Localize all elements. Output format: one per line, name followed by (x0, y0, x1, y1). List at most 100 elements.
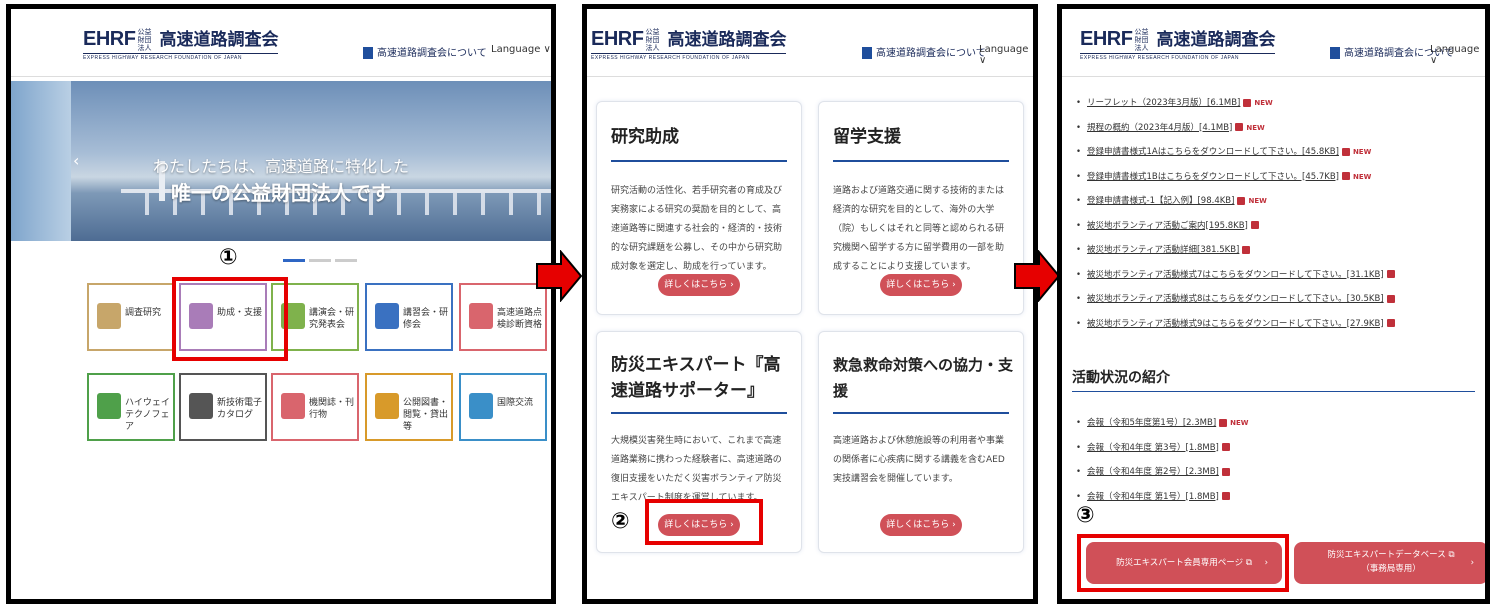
pdf-icon (1221, 467, 1230, 476)
document-link[interactable]: リーフレット（2023年3月版）[6.1MB] (1087, 98, 1240, 108)
list-item[interactable]: 被災地ボランティア活動詳細[381.5KB] (1076, 238, 1398, 263)
about-link[interactable]: 高速道路調査会について (862, 44, 986, 59)
tile-label: 調査研究 (125, 308, 162, 318)
document-link[interactable]: 会報（令和4年度 第1号）[1.8MB] (1087, 492, 1219, 502)
menu-tile[interactable]: 講習会・研修会 (365, 283, 453, 351)
menu-tile[interactable]: 新技術電子カタログ (179, 373, 267, 441)
language-menu[interactable]: Language ∨ (979, 44, 1033, 66)
logo-en: EXPRESS HIGHWAY RESEARCH FOUNDATION OF J… (83, 52, 279, 61)
about-link[interactable]: 高速道路調査会について (363, 44, 487, 59)
database-button[interactable]: 防災エキスパートデータベース ⧉ （事務局専用） › (1294, 542, 1485, 584)
list-item[interactable]: 被災地ボランティア活動ご案内[195.8KB] (1076, 214, 1398, 239)
hero-line1: わたしたちは、高速道路に特化した (152, 157, 409, 176)
document-link[interactable]: 被災地ボランティア活動様式8はこちらをダウンロードして下さい。[30.5KB] (1087, 294, 1384, 304)
language-menu[interactable]: Language ∨ (491, 44, 551, 55)
pdf-icon (1235, 123, 1244, 131)
list-item[interactable]: 登録申請書様式-1【記入例】[98.4KB] NEW (1076, 189, 1398, 214)
menu-tile[interactable]: 公開図書・閲覧・貸出等 (365, 373, 453, 441)
hero-banner: ‹ わたしたちは、高速道路に特化した 唯一の公益財団法人です (11, 81, 551, 241)
logo-text: EHRF (83, 28, 136, 50)
document-link[interactable]: 被災地ボランティア活動詳細[381.5KB] (1087, 245, 1239, 255)
panel-support: EHRF 公益 財団法人 高速道路調査会 EXPRESS HIGHWAY RESEA… (582, 4, 1038, 604)
menu-tile[interactable]: 国際交流 (459, 373, 547, 441)
list-item[interactable]: 会報（令和4年度 第1号）[1.8MB] (1076, 485, 1249, 510)
list-item[interactable]: 被災地ボランティア活動様式9はこちらをダウンロードして下さい。[27.9KB] (1076, 312, 1398, 337)
document-link[interactable]: 被災地ボランティア活動ご案内[195.8KB] (1087, 221, 1248, 231)
site-logo[interactable]: EHRF 公益 財団法人 高速道路調査会 EXPRESS HIGHWAY RESEA… (1080, 25, 1276, 61)
document-link[interactable]: 被災地ボランティア活動様式7はこちらをダウンロードして下さい。[31.1KB] (1087, 270, 1384, 280)
menu-tile[interactable]: ハイウェイテクノフェア (87, 373, 175, 441)
card-text: 道路および道路交通に関する技術的または経済的な研究を目的として、海外の大学（院）… (833, 186, 1005, 272)
card-title: 研究助成 (611, 127, 679, 147)
new-badge: NEW (1248, 197, 1267, 205)
document-link[interactable]: 登録申請書様式1Aはこちらをダウンロードして下さい。[45.8KB] (1087, 147, 1339, 157)
new-badge: NEW (1352, 148, 1372, 156)
menu-tile[interactable]: 機関誌・刊行物 (271, 373, 359, 441)
highlight-box-1 (172, 277, 288, 361)
pdf-icon (1386, 270, 1395, 278)
list-item[interactable]: 被災地ボランティア活動様式8はこちらをダウンロードして下さい。[30.5KB] (1076, 287, 1398, 312)
tile-label: ハイウェイテクノフェア (125, 398, 170, 432)
tile-icon (469, 393, 493, 419)
document-link[interactable]: 会報（令和4年度 第2号）[2.3MB] (1087, 467, 1219, 477)
list-item[interactable]: 登録申請書様式1Bはこちらをダウンロードして下さい。[45.7KB] NEW (1076, 165, 1398, 190)
details-button[interactable]: 詳しくはこちら › (880, 514, 962, 536)
next-arrow-icon (536, 250, 583, 302)
document-link[interactable]: 会報（令和4年度 第3号）[1.8MB] (1087, 443, 1219, 453)
pdf-icon (1341, 147, 1350, 156)
menu-tile[interactable]: 高速道路点検診断資格 (459, 283, 547, 351)
tile-icon (375, 303, 399, 329)
document-link[interactable]: 会報（令和5年度第1号）[2.3MB] (1087, 418, 1216, 428)
carousel-dots[interactable] (283, 247, 361, 266)
tile-label: 国際交流 (497, 398, 534, 408)
pdf-icon (1221, 443, 1230, 451)
next-arrow-icon (1014, 250, 1061, 302)
document-link[interactable]: 登録申請書様式1Bはこちらをダウンロードして下さい。[45.7KB] (1087, 172, 1339, 182)
panel-homepage: EHRF 公益 財団法人 高速道路調査会 EXPRESS HIGHWAY RESEA… (6, 4, 556, 604)
document-link[interactable]: 被災地ボランティア活動様式9はこちらをダウンロードして下さい。[27.9KB] (1087, 319, 1384, 329)
tile-icon (375, 393, 399, 419)
tile-label: 講演会・研究発表会 (309, 308, 355, 330)
tile-label: 新技術電子カタログ (217, 398, 263, 420)
list-item[interactable]: 会報（令和4年度 第3号）[1.8MB] (1076, 436, 1249, 461)
hero-line2: 唯一の公益財団法人です (171, 181, 391, 205)
list-item[interactable]: リーフレット（2023年3月版）[6.1MB] NEW (1076, 91, 1398, 116)
card-text: 大規模災害発生時において、これまで高速道路業務に携わった経験者に、高速道路の復旧… (611, 436, 782, 503)
step-2-marker: ② (611, 509, 630, 534)
tile-label: 公開図書・閲覧・貸出等 (403, 398, 449, 432)
step-3-marker: ③ (1076, 503, 1095, 528)
list-item[interactable]: 被災地ボランティア活動様式7はこちらをダウンロードして下さい。[31.1KB] (1076, 263, 1398, 288)
pdf-icon (1243, 98, 1252, 107)
highlight-box-3 (1077, 534, 1289, 592)
tile-icon (281, 393, 305, 419)
site-logo[interactable]: EHRF 公益 財団法人 高速道路調査会 EXPRESS HIGHWAY RESEA… (83, 25, 279, 61)
list-item[interactable]: 登録申請書様式1Aはこちらをダウンロードして下さい。[45.8KB] NEW (1076, 140, 1398, 165)
tile-icon (97, 393, 121, 419)
pdf-icon (1386, 294, 1395, 303)
chevron-right-icon: › (1470, 558, 1474, 568)
document-link[interactable]: 登録申請書様式-1【記入例】[98.4KB] (1087, 196, 1234, 206)
list-item[interactable]: 会報（令和4年度 第2号）[2.3MB] (1076, 460, 1249, 485)
site-header: EHRF 公益 財団法人 高速道路調査会 EXPRESS HIGHWAY RESEA… (1062, 9, 1485, 77)
pdf-icon (1242, 245, 1251, 254)
menu-tile[interactable]: 調査研究 (87, 283, 175, 351)
list-item[interactable]: 会報（令和5年度第1号）[2.3MB] NEW (1076, 411, 1249, 436)
card-title: 留学支援 (833, 127, 901, 147)
site-logo[interactable]: EHRF 公益 財団法人 高速道路調査会 EXPRESS HIGHWAY RESEA… (591, 25, 787, 61)
activity-title: 活動状況の紹介 (1072, 370, 1170, 386)
card-text: 高速道路および休憩施設等の利用者や事業の関係者に心疾病に関する講義を含むAED実… (833, 436, 1005, 484)
step-1-marker: ① (219, 245, 238, 270)
tile-icon (97, 303, 121, 329)
details-button[interactable]: 詳しくはこちら › (658, 274, 740, 296)
panel-expert-page: EHRF 公益 財団法人 高速道路調査会 EXPRESS HIGHWAY RESEA… (1057, 4, 1490, 604)
pdf-icon (1386, 319, 1395, 327)
activity-list: 会報（令和5年度第1号）[2.3MB] NEW 会報（令和4年度 第3号）[1.8M… (1076, 411, 1249, 509)
building-icon (862, 47, 872, 59)
new-badge: NEW (1254, 99, 1273, 107)
pdf-icon (1219, 418, 1228, 427)
list-item[interactable]: 規程の概約（2023年4月版）[4.1MB] NEW (1076, 116, 1398, 141)
language-menu[interactable]: Language ∨ (1430, 44, 1485, 66)
details-button[interactable]: 詳しくはこちら › (880, 274, 962, 296)
tile-label: 機関誌・刊行物 (309, 398, 355, 420)
document-link[interactable]: 規程の概約（2023年4月版）[4.1MB] (1087, 123, 1232, 133)
